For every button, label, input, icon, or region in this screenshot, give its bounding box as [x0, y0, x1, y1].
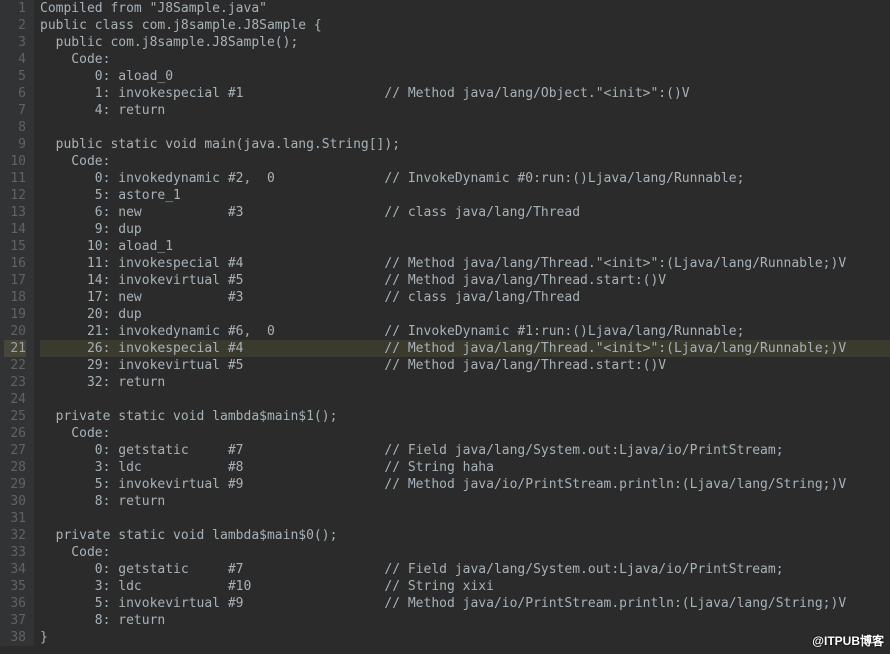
code-editor: 1234567891011121314151617181920212223242… — [0, 0, 890, 646]
line-number: 31 — [4, 510, 26, 527]
code-line: Code: — [40, 425, 890, 442]
line-number: 6 — [4, 85, 26, 102]
code-area: Compiled from "J8Sample.java"public clas… — [34, 0, 890, 646]
line-number: 26 — [4, 425, 26, 442]
line-number: 27 — [4, 442, 26, 459]
code-line: 0: aload_0 — [40, 68, 890, 85]
line-number: 14 — [4, 221, 26, 238]
code-line — [40, 391, 890, 408]
code-line: 5: astore_1 — [40, 187, 890, 204]
code-line: Code: — [40, 544, 890, 561]
code-line: 0: getstatic #7 // Field java/lang/Syste… — [40, 442, 890, 459]
code-line: 0: getstatic #7 // Field java/lang/Syste… — [40, 561, 890, 578]
line-number: 21 — [4, 340, 26, 357]
code-line: 17: new #3 // class java/lang/Thread — [40, 289, 890, 306]
line-number: 23 — [4, 374, 26, 391]
code-line: 0: invokedynamic #2, 0 // InvokeDynamic … — [40, 170, 890, 187]
code-line: Compiled from "J8Sample.java" — [40, 0, 890, 17]
line-number: 2 — [4, 17, 26, 34]
line-number: 3 — [4, 34, 26, 51]
code-line: 21: invokedynamic #6, 0 // InvokeDynamic… — [40, 323, 890, 340]
code-line: Code: — [40, 153, 890, 170]
line-number-gutter: 1234567891011121314151617181920212223242… — [0, 0, 34, 646]
code-line: 8: return — [40, 612, 890, 629]
line-number: 4 — [4, 51, 26, 68]
code-line — [40, 510, 890, 527]
line-number: 30 — [4, 493, 26, 510]
code-line: 26: invokespecial #4 // Method java/lang… — [40, 340, 890, 357]
line-number: 13 — [4, 204, 26, 221]
code-line: 4: return — [40, 102, 890, 119]
line-number: 16 — [4, 255, 26, 272]
line-number: 18 — [4, 289, 26, 306]
line-number: 37 — [4, 612, 26, 629]
line-number: 7 — [4, 102, 26, 119]
line-number: 8 — [4, 119, 26, 136]
line-number: 33 — [4, 544, 26, 561]
line-number: 25 — [4, 408, 26, 425]
code-line: public static void main(java.lang.String… — [40, 136, 890, 153]
line-number: 35 — [4, 578, 26, 595]
line-number: 32 — [4, 527, 26, 544]
code-line: 3: ldc #10 // String xixi — [40, 578, 890, 595]
code-line: 6: new #3 // class java/lang/Thread — [40, 204, 890, 221]
line-number: 17 — [4, 272, 26, 289]
code-line: public com.j8sample.J8Sample(); — [40, 34, 890, 51]
line-number: 22 — [4, 357, 26, 374]
code-line: Code: — [40, 51, 890, 68]
code-line: 5: invokevirtual #9 // Method java/io/Pr… — [40, 595, 890, 612]
code-line: public class com.j8sample.J8Sample { — [40, 17, 890, 34]
line-number: 28 — [4, 459, 26, 476]
line-number: 5 — [4, 68, 26, 85]
line-number: 34 — [4, 561, 26, 578]
code-line: 20: dup — [40, 306, 890, 323]
line-number: 12 — [4, 187, 26, 204]
line-number: 19 — [4, 306, 26, 323]
line-number: 15 — [4, 238, 26, 255]
line-number: 29 — [4, 476, 26, 493]
line-number: 24 — [4, 391, 26, 408]
code-line: 14: invokevirtual #5 // Method java/lang… — [40, 272, 890, 289]
code-line: 8: return — [40, 493, 890, 510]
code-line: 29: invokevirtual #5 // Method java/lang… — [40, 357, 890, 374]
line-number: 1 — [4, 0, 26, 17]
line-number: 20 — [4, 323, 26, 340]
line-number: 11 — [4, 170, 26, 187]
code-line: 5: invokevirtual #9 // Method java/io/Pr… — [40, 476, 890, 493]
watermark: @ITPUB博客 — [812, 633, 884, 650]
code-line: private static void lambda$main$0(); — [40, 527, 890, 544]
code-line: private static void lambda$main$1(); — [40, 408, 890, 425]
code-line: 3: ldc #8 // String haha — [40, 459, 890, 476]
code-line: 10: aload_1 — [40, 238, 890, 255]
code-line: 32: return — [40, 374, 890, 391]
line-number: 36 — [4, 595, 26, 612]
line-number: 10 — [4, 153, 26, 170]
line-number: 9 — [4, 136, 26, 153]
code-line: } — [40, 629, 890, 646]
code-line: 1: invokespecial #1 // Method java/lang/… — [40, 85, 890, 102]
line-number: 38 — [4, 629, 26, 646]
code-line: 9: dup — [40, 221, 890, 238]
code-line — [40, 119, 890, 136]
code-line: 11: invokespecial #4 // Method java/lang… — [40, 255, 890, 272]
